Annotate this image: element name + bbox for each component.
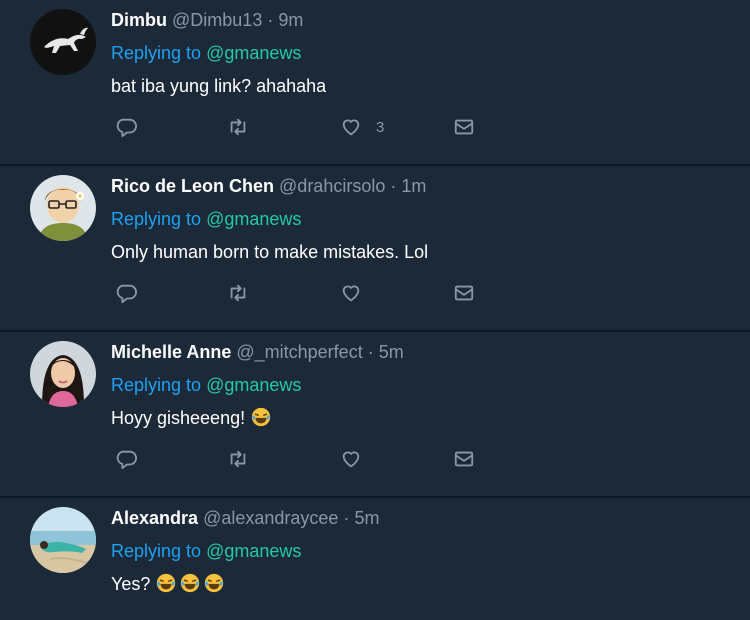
heart-icon [342,451,360,468]
tweet-text-body: Yes? [111,574,151,594]
retweet-icon [230,450,246,468]
face-with-tears-of-joy-emoji-icon [181,573,200,593]
reply-icon [116,284,137,304]
like-button[interactable] [340,278,362,308]
tweet-actions [111,278,491,308]
tweet-text-body: Hoyy gisheeeng! [111,408,246,428]
replying-label: Replying to [111,43,202,63]
mention-link[interactable]: @gmanews [206,375,301,395]
tweet-header: Rico de Leon Chen @drahcirsolo · 1m [111,173,740,199]
face-with-tears-of-joy-emoji-icon [251,407,271,427]
replying-label: Replying to [111,541,202,561]
direct-message-button[interactable] [453,278,475,308]
reply-icon [116,118,137,138]
tweet-header: Michelle Anne @_mitchperfect · 5m [111,339,740,365]
tweet-actions [111,444,491,474]
tweet-header: Dimbu @Dimbu13 · 9m [111,7,740,33]
user-handle[interactable]: @alexandraycee [203,508,338,528]
avatar[interactable] [30,175,96,241]
like-button[interactable] [340,444,362,474]
retweet-button[interactable] [227,278,249,308]
mention-link[interactable]: @gmanews [206,43,301,63]
tweet-item[interactable]: Dimbu @Dimbu13 · 9m Replying to @gmanews… [0,0,750,166]
retweet-button[interactable] [227,444,249,474]
timestamp[interactable]: 1m [401,176,426,196]
replying-to: Replying to @gmanews [111,372,740,398]
retweet-button[interactable] [227,112,249,142]
reply-button[interactable] [115,112,137,142]
display-name[interactable]: Rico de Leon Chen [111,176,274,196]
tweet-text: Yes? [111,571,740,597]
heart-icon [342,285,360,302]
like-count: 3 [376,118,385,136]
direct-message-button[interactable] [453,112,475,142]
tweet-list: Dimbu @Dimbu13 · 9m Replying to @gmanews… [0,0,750,620]
tweet-header: Alexandra @alexandraycee · 5m [111,505,740,531]
reply-button[interactable] [115,444,137,474]
tweet-item[interactable]: Alexandra @alexandraycee · 5m Replying t… [0,498,750,620]
reply-icon [116,450,137,470]
envelope-icon [454,119,474,135]
display-name[interactable]: Michelle Anne [111,342,231,362]
mention-link[interactable]: @gmanews [206,209,301,229]
replying-label: Replying to [111,375,202,395]
display-name[interactable]: Alexandra [111,508,198,528]
separator: · [343,508,350,528]
heart-icon [342,119,360,136]
tweet-item[interactable]: Rico de Leon Chen @drahcirsolo · 1m Repl… [0,166,750,332]
user-handle[interactable]: @_mitchperfect [236,342,362,362]
display-name[interactable]: Dimbu [111,10,167,30]
tweet-actions: 3 [111,112,491,142]
timestamp[interactable]: 5m [354,508,379,528]
replying-to: Replying to @gmanews [111,206,740,232]
face-with-tears-of-joy-emoji-icon [157,573,176,593]
tweet-text: Only human born to make mistakes. Lol [111,242,429,262]
user-handle[interactable]: @drahcirsolo [279,176,385,196]
retweet-icon [230,284,246,302]
timestamp[interactable]: 5m [379,342,404,362]
like-button[interactable]: 3 [340,112,384,142]
user-handle[interactable]: @Dimbu13 [172,10,262,30]
mention-link[interactable]: @gmanews [206,541,301,561]
beach-photo-icon [30,507,96,573]
tweet-text: bat iba yung link? ahahaha [111,76,327,96]
replying-to: Replying to @gmanews [111,40,740,66]
separator: · [390,176,397,196]
avatar[interactable] [30,341,96,407]
envelope-icon [454,285,474,301]
avatar[interactable] [30,9,96,75]
timestamp[interactable]: 9m [278,10,303,30]
envelope-icon [454,451,474,467]
separator: · [267,10,274,30]
reply-button[interactable] [115,278,137,308]
retweet-icon [230,118,246,136]
avatar[interactable] [30,507,96,573]
direct-message-button[interactable] [453,444,475,474]
replying-to: Replying to @gmanews [111,538,740,564]
tweet-text: Hoyy gisheeeng! [111,405,740,431]
replying-label: Replying to [111,209,202,229]
cartoon-man-icon [30,175,96,241]
tweet-item[interactable]: Michelle Anne @_mitchperfect · 5m Replyi… [0,332,750,498]
separator: · [367,342,374,362]
face-with-tears-of-joy-emoji-icon [205,573,224,593]
bull-logo-icon [30,9,96,75]
woman-photo-icon [30,341,96,407]
